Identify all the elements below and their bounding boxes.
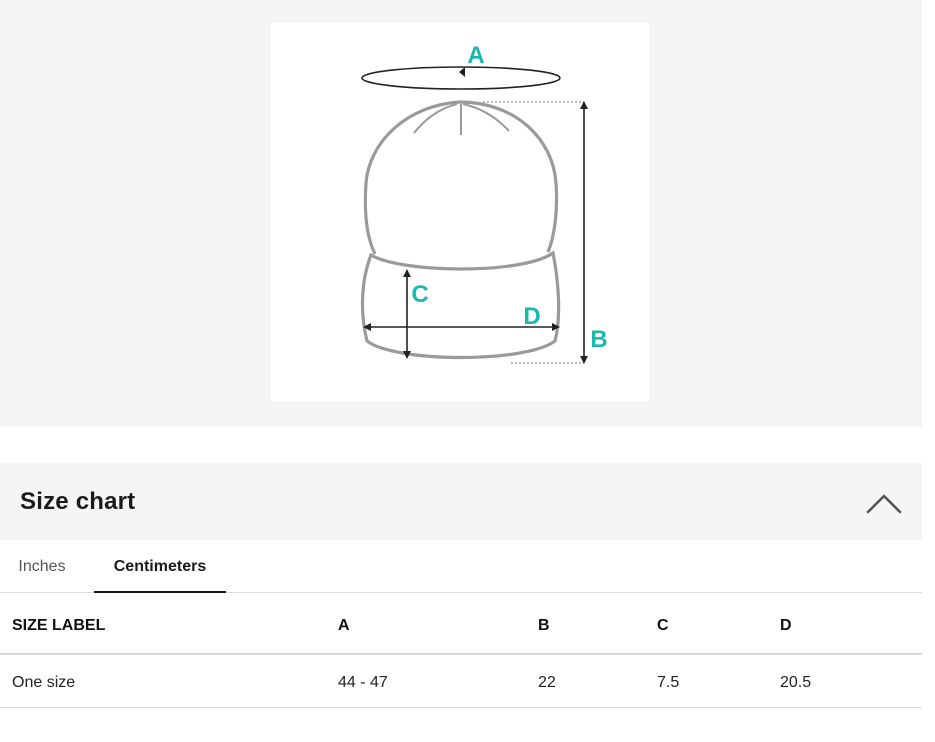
size-chart-title: Size chart: [20, 488, 136, 515]
column-header-size-label: SIZE LABEL: [12, 617, 106, 634]
beanie-seam-right: [462, 103, 510, 132]
cell-d: 20.5: [780, 674, 812, 691]
tab-inches[interactable]: Inches: [0, 540, 84, 593]
size-diagram-panel: A B C D: [0, 0, 922, 427]
height-arrowhead-top: [580, 101, 588, 109]
circumference-ellipse: [361, 66, 561, 90]
label-d: D: [523, 303, 540, 330]
tab-centimeters[interactable]: Centimeters: [94, 540, 226, 593]
label-b: B: [590, 326, 607, 353]
cell-a: 44 - 47: [338, 674, 388, 691]
cell-c: 7.5: [657, 674, 680, 691]
cuff-height-arrowhead-top: [403, 269, 411, 277]
circumference-arrowhead: [459, 67, 465, 77]
column-header-b: B: [538, 617, 550, 634]
beanie-illustration: A B C D: [360, 42, 608, 364]
cell-b: 22: [538, 674, 556, 691]
size-table: SIZE LABEL A B C D One size 44 - 47 22 7…: [0, 593, 922, 708]
size-chart-header[interactable]: Size chart: [0, 463, 922, 540]
chevron-up-icon: [866, 494, 902, 514]
collapse-button[interactable]: [862, 485, 906, 521]
column-header-d: D: [780, 617, 792, 634]
unit-tabs: Inches Centimeters: [0, 540, 922, 593]
beanie-measurement-diagram: A B C D: [271, 23, 649, 401]
beanie-seam-left: [413, 103, 458, 134]
cell-size-label: One size: [12, 674, 76, 691]
height-arrowhead-bottom: [580, 356, 588, 364]
table-row: One size 44 - 47 22 7.5 20.5: [0, 655, 922, 708]
label-c: C: [411, 281, 428, 308]
column-header-c: C: [657, 617, 669, 634]
label-a: A: [467, 42, 484, 69]
column-header-a: A: [338, 617, 350, 634]
table-header-row: SIZE LABEL A B C D: [0, 593, 922, 655]
